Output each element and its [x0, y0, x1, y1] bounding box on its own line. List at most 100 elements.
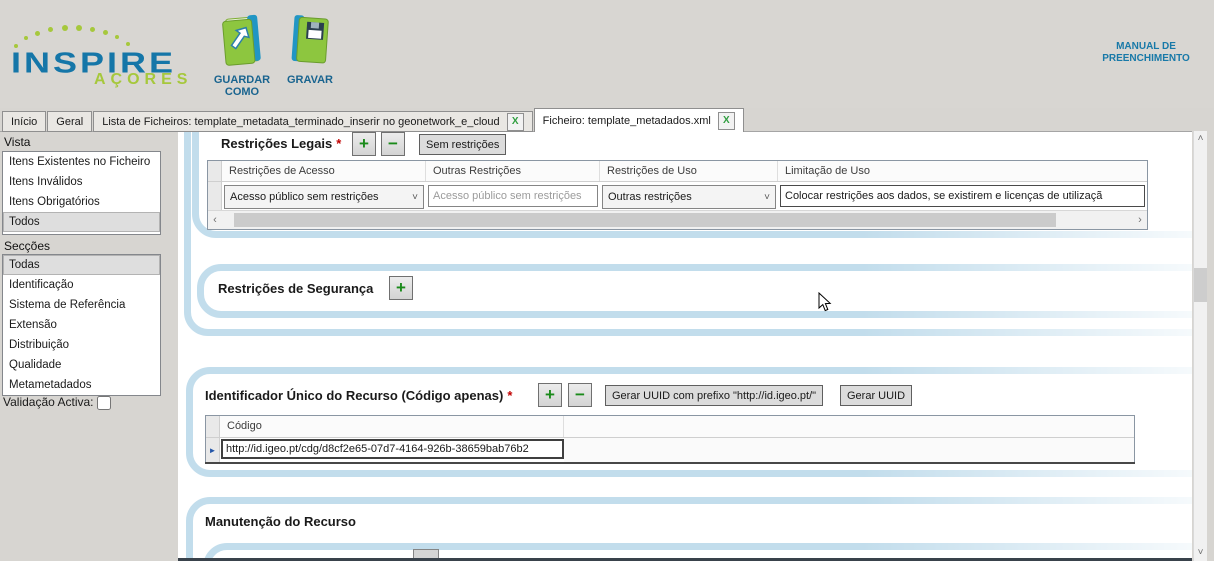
add-legal-restriction-button[interactable]: + — [352, 132, 376, 156]
table-row: Acesso público sem restrições ˅ Outras r… — [208, 182, 1147, 210]
col-outras-restricoes: Outras Restrições — [426, 161, 600, 181]
save-as-label: GUARDAR COMO — [213, 74, 271, 98]
seccoes-label: Secções — [4, 239, 51, 253]
seccao-item-todas[interactable]: Todas — [3, 255, 160, 275]
restricoes-uso-dropdown[interactable]: Outras restrições ˅ — [602, 185, 776, 209]
manual-link[interactable]: MANUAL DE PREENCHIMENTO — [1086, 41, 1206, 65]
seccao-item-distribuicao[interactable]: Distribuição — [3, 335, 160, 355]
save-as-button[interactable]: GUARDAR COMO — [211, 12, 273, 98]
add-identifier-button[interactable]: + — [538, 383, 562, 407]
table-bottom-border — [205, 462, 1135, 464]
codigo-cell[interactable]: http://id.igeo.pt/cdg/d8cf2e65-07d7-4164… — [221, 439, 564, 459]
heading-text: Identificador Único do Recurso (Código a… — [205, 388, 504, 403]
identificador-table: Código ► http://id.igeo.pt/cdg/d8cf2e65-… — [205, 415, 1135, 464]
tab-label: Geral — [56, 115, 84, 128]
horizontal-scrollbar[interactable]: ‹ › — [208, 210, 1147, 229]
scroll-right-icon[interactable]: › — [1133, 214, 1147, 226]
seccao-item-identificacao[interactable]: Identificação — [3, 275, 160, 295]
tab-ficheiro-metadados[interactable]: Ficheiro: template_metadados.xml X — [533, 108, 744, 132]
vertical-scrollbar-thumb[interactable] — [1194, 268, 1207, 302]
application-window: INSPIRE AÇORES GUARDAR COMO GRAVAR MANUA… — [0, 0, 1214, 561]
table-header-row: Restrições de Acesso Outras Restrições R… — [208, 161, 1147, 182]
validation-label: Validação Activa: — [3, 395, 94, 409]
logo-dot — [48, 27, 53, 32]
required-asterisk: * — [336, 136, 342, 151]
chevron-down-icon: ˅ — [764, 191, 770, 203]
logo-dot — [115, 35, 119, 39]
save-as-book-arrow-icon — [219, 14, 265, 70]
remove-identifier-button[interactable]: − — [568, 383, 592, 407]
save-button[interactable]: GRAVAR — [279, 12, 341, 86]
restricoes-legais-table: Restrições de Acesso Outras Restrições R… — [207, 160, 1148, 230]
remove-legal-restriction-button[interactable]: − — [381, 132, 405, 156]
gerar-uuid-button[interactable]: Gerar UUID — [840, 385, 913, 406]
table-header-row: Código — [206, 416, 1134, 438]
vista-item-itens-invalidos[interactable]: Itens Inválidos — [3, 172, 160, 192]
limitacao-uso-input[interactable] — [780, 185, 1145, 207]
tab-label: Ficheiro: template_metadados.xml — [542, 114, 711, 127]
close-tab-icon[interactable]: X — [506, 112, 524, 131]
tab-inicio[interactable]: Início — [2, 111, 47, 132]
seccao-item-extensao[interactable]: Extensão — [3, 315, 160, 335]
seccao-item-metametadados[interactable]: Metametadados — [3, 375, 160, 395]
app-logo: INSPIRE AÇORES — [0, 0, 215, 100]
logo-text-acores: AÇORES — [94, 71, 193, 88]
vertical-scrollbar[interactable]: ˄ ˅ — [1193, 131, 1207, 561]
vista-item-itens-obrigatorios[interactable]: Itens Obrigatórios — [3, 192, 160, 212]
scroll-down-icon[interactable]: ˅ — [1194, 545, 1207, 561]
tab-label: Início — [11, 115, 38, 128]
tab-lista-de-ficheiros[interactable]: Lista de Ficheiros: template_metadata_te… — [93, 111, 533, 132]
sem-restricoes-button[interactable]: Sem restrições — [419, 134, 507, 155]
save-book-floppy-icon — [287, 15, 333, 70]
tab-label: Lista de Ficheiros: template_metadata_te… — [102, 115, 500, 128]
col-empty — [564, 416, 1134, 437]
chevron-down-icon: ˅ — [412, 191, 418, 203]
scroll-left-icon[interactable]: ‹ — [208, 214, 222, 226]
restricoes-acesso-dropdown[interactable]: Acesso público sem restrições ˅ — [224, 185, 424, 209]
tab-bar: Início Geral Lista de Ficheiros: templat… — [2, 108, 744, 132]
vista-listbox: Itens Existentes no Ficheiro Itens Invál… — [2, 151, 161, 235]
logo-dot — [24, 36, 28, 40]
row-marker-icon: ► — [208, 445, 217, 455]
restricoes-legais-heading: Restrições Legais * — [221, 136, 341, 151]
current-row-marker[interactable]: ► — [206, 438, 220, 462]
heading-text: Restrições Legais — [221, 136, 333, 151]
logo-dot — [62, 25, 68, 31]
gerar-uuid-prefixo-button[interactable]: Gerar UUID com prefixo "http://id.igeo.p… — [605, 385, 824, 406]
manutencao-heading: Manutenção do Recurso — [205, 514, 356, 529]
save-label: GRAVAR — [286, 74, 334, 86]
form-page: Restrições Legais * + − Sem restrições Re… — [178, 132, 1192, 561]
row-selector-header — [206, 416, 220, 437]
logo-dot — [35, 31, 40, 36]
seccao-item-sistema-referencia[interactable]: Sistema de Referência — [3, 295, 160, 315]
col-limitacao-uso: Limitação de Uso — [785, 165, 870, 177]
col-codigo: Código — [220, 416, 564, 437]
close-tab-icon[interactable]: X — [717, 111, 735, 130]
empty-cell — [564, 438, 1134, 462]
row-selector-header — [208, 161, 222, 181]
col-restricoes-acesso: Restrições de Acesso — [222, 161, 426, 181]
identificador-heading: Identificador Único do Recurso (Código a… — [205, 388, 512, 403]
outras-restricoes-input[interactable] — [428, 185, 598, 207]
header-banner: INSPIRE AÇORES GUARDAR COMO GRAVAR MANUA… — [0, 0, 1214, 108]
vista-item-itens-existentes[interactable]: Itens Existentes no Ficheiro — [3, 152, 160, 172]
seccoes-listbox: Todas Identificação Sistema de Referênci… — [2, 254, 161, 396]
table-row: ► http://id.igeo.pt/cdg/d8cf2e65-07d7-41… — [205, 438, 1135, 464]
horizontal-scrollbar-thumb[interactable] — [234, 213, 1056, 227]
validation-checkbox[interactable] — [97, 396, 111, 410]
logo-dot — [90, 27, 95, 32]
add-security-restriction-button[interactable]: + — [389, 276, 413, 300]
tab-geral[interactable]: Geral — [47, 111, 93, 132]
restricoes-seguranca-heading: Restrições de Segurança — [218, 281, 374, 296]
vista-item-todos[interactable]: Todos — [3, 212, 160, 232]
dropdown-value: Acesso público sem restrições — [230, 191, 379, 203]
required-asterisk: * — [507, 388, 513, 403]
row-selector-cell[interactable] — [208, 182, 222, 210]
scroll-up-icon[interactable]: ˄ — [1194, 131, 1207, 147]
col-restricoes-uso: Restrições de Uso — [600, 161, 778, 181]
logo-dot — [76, 25, 82, 31]
dropdown-value: Outras restrições — [608, 191, 692, 203]
logo-dot — [103, 30, 108, 35]
vista-label: Vista — [4, 135, 31, 149]
seccao-item-qualidade[interactable]: Qualidade — [3, 355, 160, 375]
